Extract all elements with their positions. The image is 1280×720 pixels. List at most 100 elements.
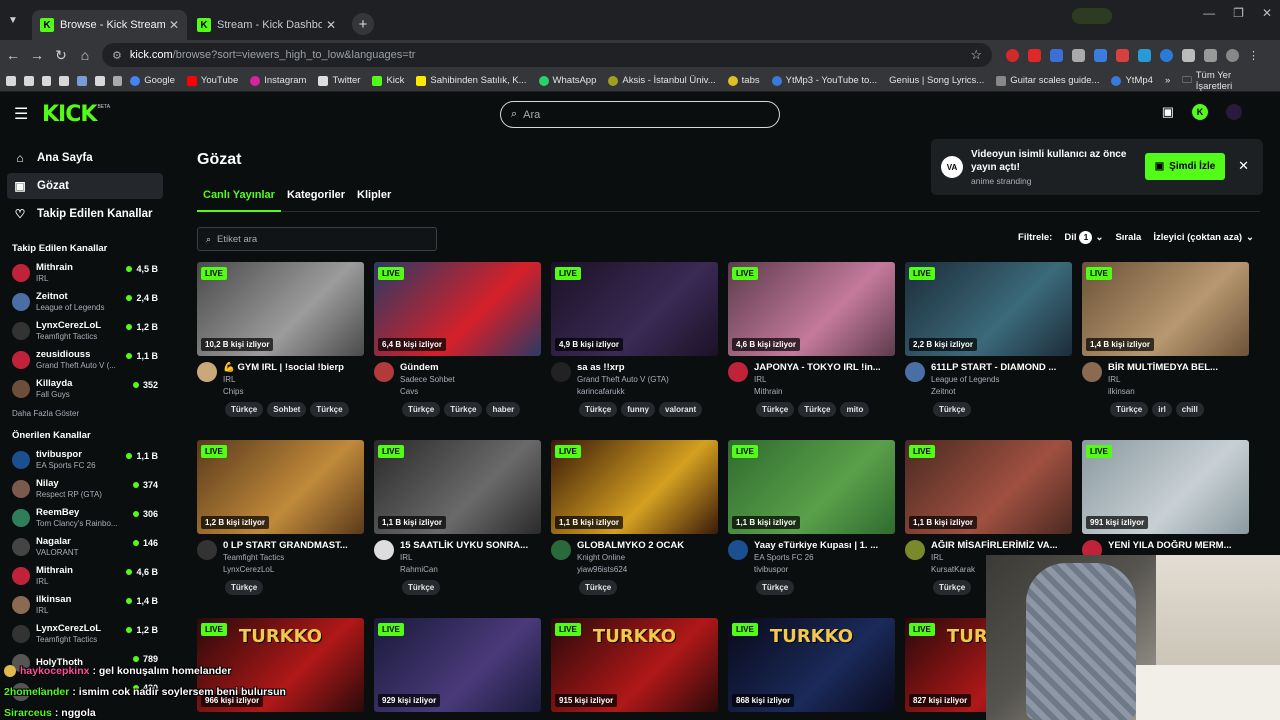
tab-live[interactable]: Canlı Yayınlar [197, 184, 281, 212]
tab-clips[interactable]: Klipler [351, 184, 397, 212]
search-input[interactable]: ⌕ Ara [500, 101, 780, 128]
bookmark-google[interactable]: Google [130, 75, 175, 86]
avatar[interactable] [728, 540, 748, 560]
stream-card[interactable]: LIVE 10,2 B kişi izliyor 💪 GYM IRL | !soci… [197, 262, 364, 417]
bookmark-whatsapp[interactable]: WhatsApp [538, 75, 596, 86]
bookmark-icon[interactable] [77, 75, 87, 86]
extension-icon[interactable] [1050, 48, 1063, 62]
channel-name[interactable]: tivibuspor [754, 565, 892, 574]
tag-chip[interactable]: Türkçe [579, 402, 618, 417]
close-icon[interactable]: ✕ [169, 18, 179, 32]
watch-now-button[interactable]: ▣ Şimdi İzle [1145, 153, 1225, 180]
tag-chip[interactable]: Türkçe [756, 402, 795, 417]
bookmark-icon[interactable] [41, 75, 52, 86]
sidebar-channel[interactable]: Nagalar VALORANT 146 [0, 532, 170, 561]
home-icon[interactable]: ⌂ [74, 47, 96, 63]
stream-thumbnail[interactable]: LIVE 2,2 B kişi izliyor [905, 262, 1072, 356]
stream-thumbnail[interactable]: LIVE 4,6 B kişi izliyor [728, 262, 895, 356]
bookmark-kick[interactable]: Kick [372, 75, 404, 86]
stream-title[interactable]: AĞIR MİSAFİRLERİMİZ VA... [931, 540, 1069, 551]
avatar[interactable] [551, 540, 571, 560]
tag-chip[interactable]: Türkçe [933, 402, 972, 417]
stream-card[interactable]: LIVE 991 kişi izliyor YENİ YILA DOĞRU MERM… [1082, 440, 1249, 560]
bookmark-icon[interactable] [59, 75, 69, 86]
url-bar[interactable]: ⚙ kick.com /browse?sort=viewers_high_to_… [102, 43, 992, 67]
bookmark-star-icon[interactable]: ☆ [970, 47, 982, 63]
avatar[interactable] [374, 362, 394, 382]
stream-title[interactable]: GLOBALMYKO 2 OCAK [577, 540, 715, 551]
channel-name[interactable]: Chips [223, 387, 361, 396]
sidebar-item-browse[interactable]: ▣ Gözat [7, 173, 163, 199]
stream-category[interactable]: League of Legends [931, 375, 1069, 384]
tag-chip[interactable]: Türkçe [1110, 402, 1149, 417]
avatar[interactable] [197, 540, 217, 560]
tag-chip[interactable]: Türkçe [225, 580, 264, 595]
stream-title[interactable]: 611LP START - DIAMOND ... [931, 362, 1069, 373]
gift-icon[interactable]: ▣ [1162, 104, 1174, 120]
tag-chip[interactable]: Türkçe [225, 402, 264, 417]
bookmark-aksis[interactable]: Aksis - İstanbul Üniv... [608, 75, 716, 86]
stream-thumbnail[interactable]: LIVE 10,2 B kişi izliyor [197, 262, 364, 356]
new-tab-button[interactable]: + [352, 13, 374, 35]
avatar[interactable] [374, 540, 394, 560]
stream-thumbnail[interactable]: LIVE 1,1 B kişi izliyor [551, 440, 718, 534]
stream-thumbnail[interactable]: LIVE 1,4 B kişi izliyor [1082, 262, 1249, 356]
bookmark-ytmp4[interactable]: YtMp4 [1111, 75, 1153, 86]
stream-thumbnail[interactable]: LIVE 4,9 B kişi izliyor [551, 262, 718, 356]
hamburger-menu-icon[interactable]: ☰ [14, 104, 30, 124]
sidebar-item-home[interactable]: ⌂ Ana Sayfa [7, 145, 163, 171]
tag-chip[interactable]: Türkçe [310, 402, 349, 417]
bookmark-instagram[interactable]: Instagram [250, 75, 306, 86]
bookmark-icon[interactable] [6, 75, 16, 86]
browser-tab-dashboard[interactable]: K Stream - Kick Dashboard ✕ [189, 10, 344, 40]
stream-category[interactable]: Teamfight Tactics [223, 553, 361, 562]
stream-title[interactable]: sa as !!xrp [577, 362, 715, 373]
channel-name[interactable]: Cavs [400, 387, 538, 396]
stream-thumbnail[interactable]: LIVE 1,1 B kişi izliyor [374, 440, 541, 534]
sidebar-channel[interactable]: Nilay Respect RP (GTA) 374 [0, 474, 170, 503]
sort-select[interactable]: İzleyici (çoktan aza) ⌄ [1153, 232, 1254, 243]
stream-card[interactable]: LIVE 4,6 B kişi izliyor JAPONYA - TOKYO IR… [728, 262, 895, 417]
tag-chip[interactable]: valorant [659, 402, 703, 417]
stream-title[interactable]: Yaay eTürkiye Kupası | 1. ... [754, 540, 892, 551]
tag-chip[interactable]: chill [1175, 402, 1204, 417]
search-icon[interactable] [1072, 48, 1085, 62]
forward-icon[interactable]: → [26, 47, 48, 63]
apps-icon[interactable] [112, 75, 123, 86]
bookmark-twitter[interactable]: Twitter [318, 75, 360, 86]
user-avatar[interactable] [1226, 104, 1242, 120]
stream-card[interactable]: LIVE 1,4 B kişi izliyor BİR MULTİMEDYA BEL… [1082, 262, 1249, 417]
sidebar-channel[interactable]: ReemBey Tom Clancy's Rainbo... 306 [0, 503, 170, 532]
tag-chip[interactable]: Türkçe [798, 402, 837, 417]
media-icon[interactable] [1204, 48, 1217, 62]
bookmarks-overflow-icon[interactable]: » [1165, 75, 1170, 86]
stream-card[interactable]: LIVE 4,9 B kişi izliyor sa as !!xrp Grand T… [551, 262, 718, 417]
puzzle-icon[interactable] [1182, 48, 1195, 62]
stream-thumbnail[interactable]: LIVE 1,1 B kişi izliyor [728, 440, 895, 534]
stream-card[interactable]: LIVE 1,1 B kişi izliyor 15 SAATLİK UYKU SO… [374, 440, 541, 595]
avatar[interactable] [905, 362, 925, 382]
adblock-icon[interactable] [1006, 48, 1019, 62]
stream-thumbnail[interactable]: TURKKO LIVE 915 kişi izliyor [551, 618, 718, 712]
tag-chip[interactable]: Sohbet [267, 402, 307, 417]
tab-categories[interactable]: Kategoriler [281, 184, 351, 212]
stream-card[interactable]: LIVE 1,2 B kişi izliyor 0 LP START GRANDMA… [197, 440, 364, 595]
stream-title[interactable]: BİR MULTİMEDYA BEL... [1108, 362, 1246, 373]
extension-icon[interactable] [1028, 48, 1041, 62]
avatar[interactable] [1082, 362, 1102, 382]
tag-chip[interactable]: Türkçe [579, 580, 618, 595]
site-info-icon[interactable]: ⚙ [112, 49, 122, 62]
bookmark-guitar[interactable]: Guitar scales guide... [996, 75, 1099, 86]
reload-icon[interactable]: ↻ [50, 47, 72, 64]
bookmark-icon[interactable] [94, 75, 105, 86]
stream-thumbnail[interactable]: LIVE 991 kişi izliyor [1082, 440, 1249, 534]
tag-chip[interactable]: Türkçe [402, 580, 441, 595]
stream-category[interactable]: EA Sports FC 26 [754, 553, 892, 562]
tag-chip[interactable]: Türkçe [444, 402, 483, 417]
sidebar-channel[interactable]: tivibuspor EA Sports FC 26 1,1 B [0, 445, 170, 474]
stream-card[interactable]: LIVE 2,2 B kişi izliyor 611LP START - DIAM… [905, 262, 1072, 417]
channel-name[interactable]: Zeitnot [931, 387, 1069, 396]
stream-card[interactable]: LIVE 6,4 B kişi izliyor Gündem Sadece Sohbe… [374, 262, 541, 417]
sidebar-channel[interactable]: Mithrain IRL 4,5 B [0, 258, 170, 287]
kick-logo[interactable]: KICK [42, 102, 97, 127]
